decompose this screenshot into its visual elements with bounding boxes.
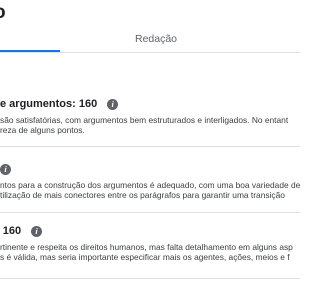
section-divider	[0, 278, 300, 279]
info-icon[interactable]: i	[107, 98, 119, 110]
feedback-section: : 160 i rtinente e respeita os direitos h…	[0, 222, 300, 282]
tab-redacao[interactable]: Redação	[126, 33, 186, 45]
page-title: o	[0, 2, 6, 24]
section-heading-row: : 160 i	[0, 224, 43, 238]
section-heading-row: i	[0, 162, 11, 176]
feedback-section: i ntos para a construção dos argumentos …	[0, 160, 300, 220]
section-divider	[0, 146, 300, 147]
tab-bar: Redação	[0, 30, 300, 52]
section-divider	[0, 212, 300, 213]
tabs-divider	[0, 52, 300, 53]
section-text-line: s é válida, mas seria importante especif…	[0, 252, 290, 262]
section-heading: e argumentos: 160	[0, 98, 98, 110]
section-text-line: são satisfatórias, com argumentos bem es…	[0, 115, 289, 125]
section-text-line: ntos para a construção dos argumentos é …	[0, 180, 300, 190]
info-icon[interactable]: i	[31, 225, 43, 237]
feedback-section: e argumentos: 160 i são satisfatórias, co…	[0, 95, 300, 145]
section-heading: : 160	[0, 225, 22, 237]
section-heading-row: e argumentos: 160 i	[0, 97, 119, 111]
section-text-line: rtinente e respeita os direitos humanos,…	[0, 242, 293, 252]
info-icon[interactable]: i	[0, 163, 11, 175]
section-text-line: tilização de mais conectores entre os pa…	[0, 190, 285, 200]
section-text-line: reza de alguns pontos.	[0, 125, 85, 135]
